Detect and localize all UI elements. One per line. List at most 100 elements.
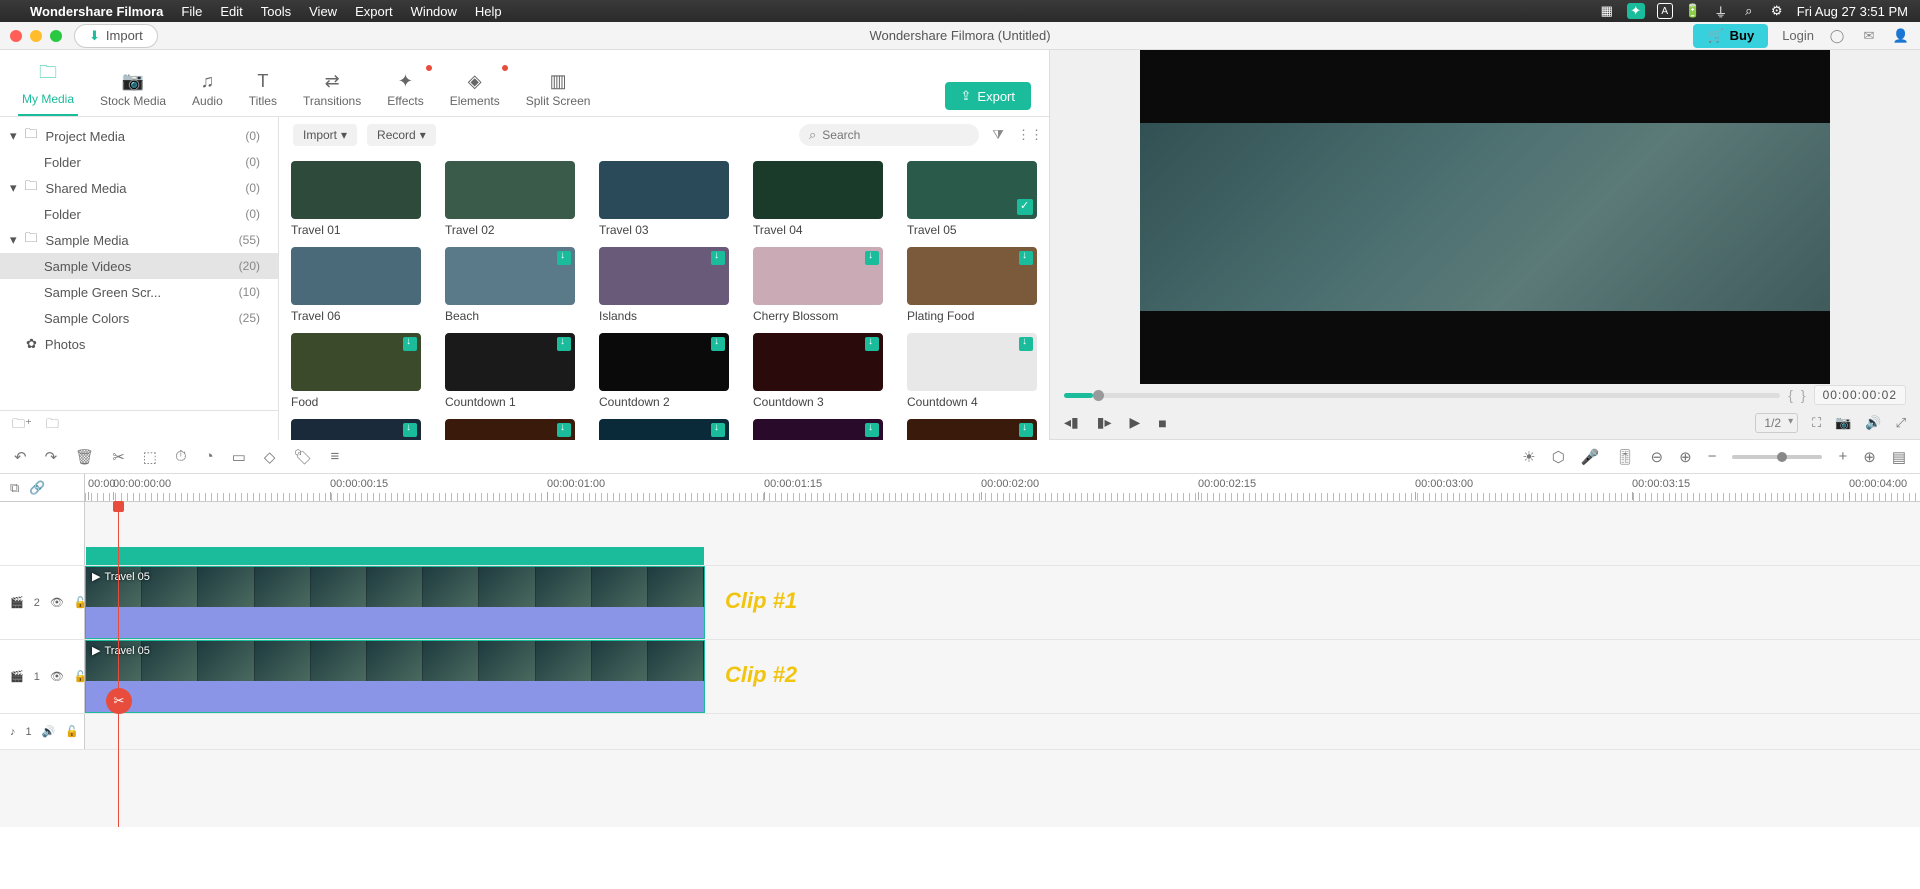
more-button[interactable]: ≡ <box>331 448 340 465</box>
wifi-icon[interactable]: ⏚ <box>1713 3 1729 19</box>
filter-icon[interactable]: ⧩ <box>989 127 1007 143</box>
tab-titles[interactable]: TTitles <box>245 67 281 116</box>
menu-view[interactable]: View <box>309 4 337 19</box>
mixer-button[interactable]: 🎚 <box>1616 448 1635 466</box>
media-thumbnail[interactable]: Cherry Blossom <box>753 247 883 323</box>
display-settings-icon[interactable]: ⛶ <box>1812 415 1821 431</box>
video-track-1[interactable]: 🎬 1 👁 🔓 ▶Travel 05 Clip #2 <box>0 640 1920 714</box>
media-thumbnail[interactable]: Countdown 3 <box>753 333 883 409</box>
media-thumbnail[interactable]: Countdown 1 <box>445 333 575 409</box>
menu-tools[interactable]: Tools <box>261 4 291 19</box>
zoom-out-button[interactable]: − <box>1708 448 1717 465</box>
status-icon-a[interactable]: A <box>1657 3 1673 19</box>
video-track-2[interactable]: 🎬 2 👁 🔓 ▶Travel 05 Clip #1 <box>0 566 1920 640</box>
tree-sample-media[interactable]: ▾🗀Sample Media(55) <box>0 227 278 253</box>
menubar-clock[interactable]: Fri Aug 27 3:51 PM <box>1797 4 1908 19</box>
preview-viewport[interactable] <box>1140 50 1830 384</box>
media-thumbnail[interactable]: Travel 02 <box>445 161 575 237</box>
search-box[interactable]: ⌕ <box>799 124 979 146</box>
tab-my-media[interactable]: 🗀My Media <box>18 56 78 116</box>
render-button[interactable]: ☀ <box>1522 448 1535 466</box>
keyframe-button[interactable]: ◇ <box>264 448 276 466</box>
menu-edit[interactable]: Edit <box>220 4 242 19</box>
menu-window[interactable]: Window <box>411 4 457 19</box>
media-thumbnail[interactable] <box>445 419 575 440</box>
preview-progress[interactable] <box>1064 393 1780 398</box>
zoom-slider[interactable] <box>1732 455 1822 459</box>
menu-help[interactable]: Help <box>475 4 502 19</box>
magnet-icon[interactable]: ⧉ <box>10 480 19 496</box>
media-thumbnail[interactable]: Travel 05 <box>907 161 1037 237</box>
add-marker-button[interactable]: ⊕ <box>1679 448 1692 466</box>
status-icon-1[interactable]: ▦ <box>1599 3 1615 19</box>
media-thumbnail[interactable]: Travel 04 <box>753 161 883 237</box>
login-link[interactable]: Login <box>1782 28 1814 43</box>
battery-icon[interactable]: 🔋 <box>1685 3 1701 19</box>
maximize-button[interactable] <box>50 30 62 42</box>
redo-button[interactable]: ↷ <box>45 448 58 466</box>
media-thumbnail[interactable]: Food <box>291 333 421 409</box>
timeline-clip-1[interactable]: ▶Travel 05 <box>85 566 705 639</box>
media-thumbnail[interactable]: Travel 01 <box>291 161 421 237</box>
mark-out-icon[interactable]: } <box>1801 387 1806 403</box>
delete-button[interactable]: 🗑 <box>75 448 94 466</box>
speed-button[interactable]: ⏱ <box>175 448 187 465</box>
track-eye-icon[interactable]: 👁 <box>50 670 64 683</box>
tab-audio[interactable]: ♫Audio <box>188 67 227 116</box>
media-thumbnail[interactable]: Countdown 4 <box>907 333 1037 409</box>
buy-button[interactable]: 🛒 Buy <box>1693 24 1768 48</box>
tab-effects[interactable]: ✦Effects <box>383 67 427 116</box>
new-folder-icon[interactable]: 🗀⁺ <box>12 415 32 437</box>
tree-sample-videos[interactable]: Sample Videos(20) <box>0 253 278 279</box>
timeline-clip-2[interactable]: ▶Travel 05 <box>85 640 705 713</box>
menu-export[interactable]: Export <box>355 4 393 19</box>
track-lock-icon[interactable]: 🔓 <box>65 725 79 738</box>
cut-button[interactable]: ✂ <box>112 448 125 466</box>
tab-transitions[interactable]: ⇄Transitions <box>299 67 365 116</box>
tab-stock-media[interactable]: 📷Stock Media <box>96 67 170 116</box>
mail-icon[interactable]: ✉ <box>1860 27 1878 45</box>
export-button[interactable]: ⇪ Export <box>945 82 1031 110</box>
fullscreen-icon[interactable]: ⤢ <box>1896 415 1906 431</box>
scissors-playhead-icon[interactable]: ✂ <box>106 688 132 714</box>
minimize-button[interactable] <box>30 30 42 42</box>
search-icon[interactable]: ⌕ <box>1741 3 1757 19</box>
audio-track-1[interactable]: ♪ 1 🔊 🔓 <box>0 714 1920 750</box>
menu-file[interactable]: File <box>181 4 202 19</box>
tree-sample-green[interactable]: Sample Green Scr...(10) <box>0 279 278 305</box>
tab-elements[interactable]: ◈Elements <box>446 67 504 116</box>
prev-frame-button[interactable]: ◂▮ <box>1064 414 1079 431</box>
color-button[interactable]: ◔ <box>205 448 214 465</box>
playhead[interactable] <box>118 502 119 827</box>
zoom-fit-button[interactable]: ⊕ <box>1863 448 1876 466</box>
tree-folder[interactable]: Folder(0) <box>0 149 278 175</box>
media-thumbnail[interactable]: Beach <box>445 247 575 323</box>
media-thumbnail[interactable] <box>291 419 421 440</box>
crop-button[interactable]: ⬚ <box>143 448 157 466</box>
media-thumbnail[interactable]: Islands <box>599 247 729 323</box>
timeline[interactable]: ✂ 🎬 2 👁 🔓 ▶Travel 05 Clip #1 🎬 1 👁 🔓 <box>0 502 1920 827</box>
view-options-icon[interactable]: ⋮⋮ <box>1017 127 1035 143</box>
tree-photos[interactable]: ✿Photos <box>0 331 278 357</box>
media-thumbnail[interactable] <box>753 419 883 440</box>
tree-sample-colors[interactable]: Sample Colors(25) <box>0 305 278 331</box>
timeline-ruler[interactable]: ⧉ 🔗 00:00 00:00:00:0000:00:00:1500:00:01… <box>0 474 1920 502</box>
support-icon[interactable]: ◯ <box>1828 27 1846 45</box>
status-icon-2[interactable]: ✦ <box>1627 3 1645 19</box>
tree-project-media[interactable]: ▾🗀Project Media(0) <box>0 123 278 149</box>
close-button[interactable] <box>10 30 22 42</box>
track-mute-icon[interactable]: 🔊 <box>42 725 56 738</box>
account-icon[interactable]: 👤 <box>1892 27 1910 45</box>
tag-button[interactable]: 🏷 <box>293 448 312 466</box>
app-name[interactable]: Wondershare Filmora <box>30 4 163 19</box>
volume-icon[interactable]: 🔊 <box>1865 415 1881 431</box>
mute-button[interactable]: ⊖ <box>1651 448 1664 466</box>
track-height-button[interactable]: ▤ <box>1892 448 1906 466</box>
zoom-in-button[interactable]: + <box>1838 448 1847 465</box>
mark-in-icon[interactable]: { <box>1788 387 1793 403</box>
undo-button[interactable]: ↶ <box>14 448 27 466</box>
tree-shared-media[interactable]: ▾🗀Shared Media(0) <box>0 175 278 201</box>
new-group-icon[interactable]: 🗀 <box>46 415 59 437</box>
green-screen-button[interactable]: ▭ <box>232 448 246 466</box>
record-dropdown[interactable]: Record▾ <box>367 124 436 146</box>
